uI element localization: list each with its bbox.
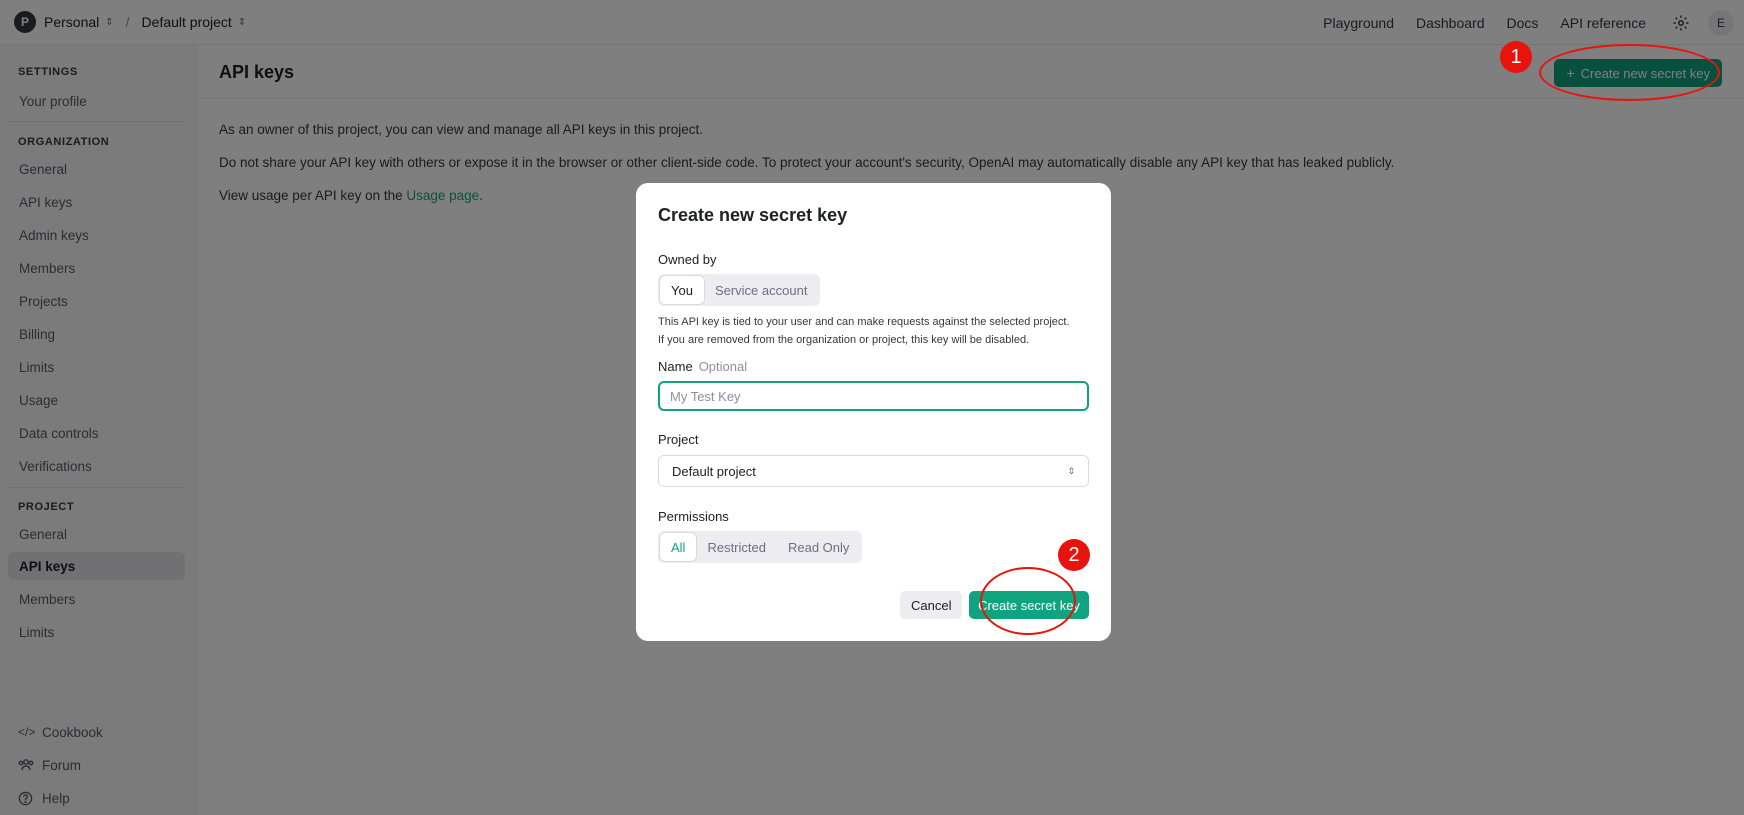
- owned-by-option-you[interactable]: You: [660, 276, 704, 304]
- permissions-label: Permissions: [658, 509, 729, 524]
- name-label: Name Optional: [658, 359, 747, 374]
- key-name-input[interactable]: [658, 381, 1089, 411]
- name-optional-hint: Optional: [698, 359, 748, 374]
- owned-by-option-service-account[interactable]: Service account: [704, 276, 819, 304]
- annotation-badge-2: 2: [1058, 539, 1090, 571]
- name-label-text: Name: [658, 359, 693, 374]
- dialog-title: Create new secret key: [658, 205, 848, 225]
- permissions-option-restricted[interactable]: Restricted: [696, 533, 777, 561]
- chevron-up-down-icon: ⇕: [1067, 465, 1075, 476]
- permissions-option-read-only[interactable]: Read Only: [777, 533, 860, 561]
- permissions-option-all[interactable]: All: [660, 533, 697, 561]
- owned-by-label: Owned by: [658, 252, 717, 267]
- annotation-ring-1: [1539, 44, 1720, 101]
- project-select[interactable]: Default project ⇕: [658, 455, 1089, 487]
- permissions-toggle: All Restricted Read Only: [658, 531, 863, 563]
- owned-by-help-text: This API key is tied to your user and ca…: [658, 316, 1070, 346]
- annotation-badge-1: 1: [1500, 41, 1532, 73]
- cancel-button[interactable]: Cancel: [900, 591, 963, 619]
- owned-by-toggle: You Service account: [658, 274, 821, 306]
- project-label: Project: [658, 432, 699, 447]
- annotation-ring-2: [980, 567, 1076, 635]
- project-select-value: Default project: [672, 463, 756, 479]
